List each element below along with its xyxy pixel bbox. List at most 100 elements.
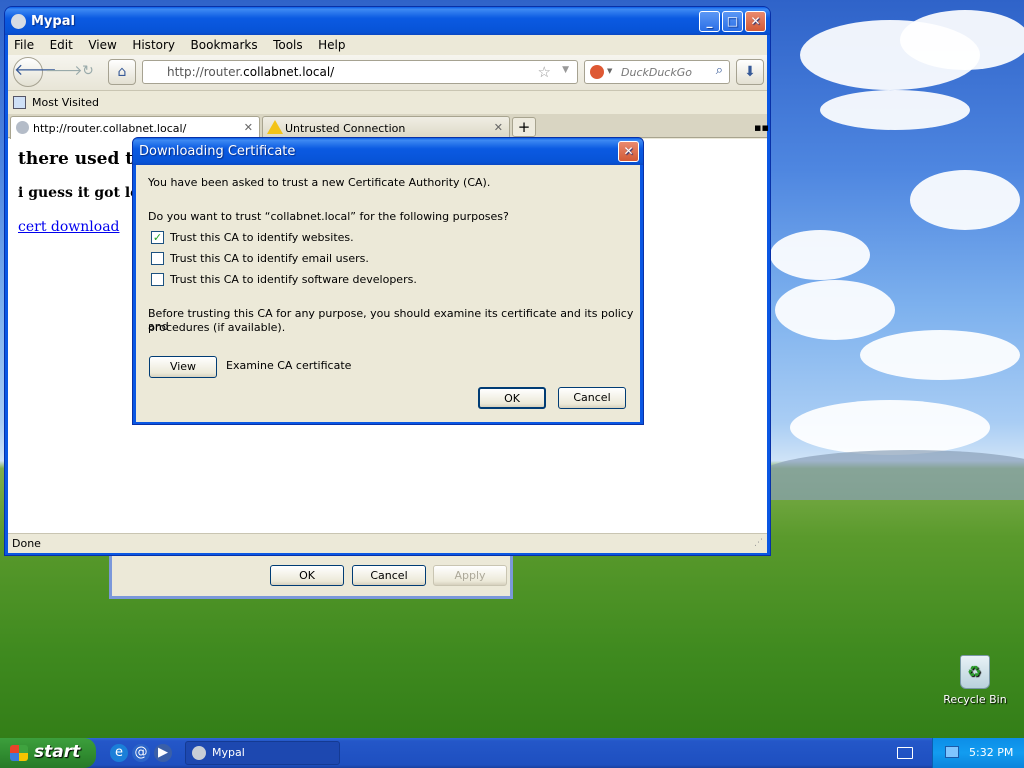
menu-edit[interactable]: Edit	[50, 38, 73, 52]
tab-bar: http://router.collabnet.local/ ✕ Untrust…	[8, 114, 769, 139]
cloud	[820, 90, 970, 130]
cloud	[900, 10, 1024, 70]
trust-websites-checkbox[interactable]: ✓	[151, 231, 164, 244]
tab-untrusted-label: Untrusted Connection	[285, 122, 406, 135]
search-engine-dropdown-icon[interactable]: ▼	[607, 67, 612, 75]
background-dialog: OK Cancel Apply	[109, 556, 513, 599]
globe-icon	[16, 121, 29, 134]
recycle-bin-icon	[960, 655, 990, 689]
dialog-titlebar[interactable]: Downloading Certificate ✕	[133, 138, 643, 165]
most-visited-bookmark[interactable]: Most Visited	[32, 96, 99, 109]
downloads-button[interactable]: ⬇	[736, 59, 764, 85]
duckduckgo-icon	[590, 65, 604, 79]
url-bar[interactable]: http://router.collabnet.local/ ☆ ▼	[142, 60, 578, 84]
menu-view[interactable]: View	[88, 38, 116, 52]
menu-bookmarks[interactable]: Bookmarks	[191, 38, 258, 52]
home-icon: ⌂	[117, 64, 127, 80]
dialog-question: Do you want to trust “collabnet.local” f…	[148, 210, 509, 223]
resize-grip-icon[interactable]: ⋰	[754, 538, 763, 548]
status-text: Done	[12, 537, 41, 550]
bookmark-star-icon[interactable]: ☆	[538, 63, 551, 81]
trust-software-label[interactable]: Trust this CA to identify software devel…	[170, 273, 417, 286]
new-tab-button[interactable]: +	[512, 117, 536, 137]
warning-icon	[267, 120, 283, 134]
maximize-button[interactable]: □	[722, 11, 743, 32]
cloud	[790, 400, 990, 455]
distant-hill	[760, 450, 1024, 500]
reload-button[interactable]: ↻	[74, 59, 102, 85]
start-label: start	[34, 742, 81, 762]
dialog-body: You have been asked to trust a new Certi…	[136, 165, 640, 422]
dialog-title: Downloading Certificate	[139, 144, 296, 159]
background-cancel-button[interactable]: Cancel	[352, 565, 426, 586]
bookmarks-toolbar: Most Visited	[8, 92, 767, 114]
background-ok-button[interactable]: OK	[270, 565, 344, 586]
tab-router-label: http://router.collabnet.local/	[33, 122, 187, 135]
app-icon	[11, 14, 26, 29]
taskbar-item-mypal[interactable]: Mypal	[185, 741, 340, 765]
view-certificate-label: Examine CA certificate	[226, 359, 352, 372]
trust-email-checkbox[interactable]	[151, 252, 164, 265]
forward-button[interactable]: 🡒	[45, 59, 83, 85]
internet-explorer-icon[interactable]: e	[110, 744, 128, 762]
cloud	[770, 230, 870, 280]
window-title: Mypal	[31, 14, 75, 29]
menu-tools[interactable]: Tools	[273, 38, 303, 52]
tab-router[interactable]: http://router.collabnet.local/ ✕	[10, 116, 260, 139]
network-icon[interactable]	[945, 746, 959, 758]
menu-bar: File Edit View History Bookmarks Tools H…	[8, 35, 767, 55]
app-icon	[192, 746, 206, 760]
back-button[interactable]: 🡐	[13, 57, 57, 87]
browser-titlebar[interactable]: Mypal _ □ ✕	[5, 7, 770, 35]
system-tray: 5:32 PM	[932, 738, 1024, 768]
downloading-certificate-dialog: Downloading Certificate ✕ You have been …	[132, 137, 644, 425]
search-icon[interactable]: ⌕	[716, 63, 723, 78]
cloud	[860, 330, 1020, 380]
close-icon: ✕	[623, 144, 634, 158]
close-tab-icon[interactable]: ✕	[494, 121, 503, 134]
url-prefix: http://router.	[167, 65, 244, 79]
search-placeholder: DuckDuckGo	[621, 66, 692, 79]
taskbar: start e @ ▶ Mypal 5:32 PM	[0, 738, 1024, 768]
download-arrow-icon: ⬇	[744, 64, 756, 80]
dialog-advice-line2: procedures (if available).	[148, 321, 286, 334]
clock[interactable]: 5:32 PM	[969, 746, 1013, 759]
outlook-express-icon[interactable]: @	[132, 744, 150, 762]
dialog-intro: You have been asked to trust a new Certi…	[148, 176, 491, 189]
cert-download-link[interactable]: cert download	[18, 219, 120, 235]
start-button[interactable]: start	[0, 738, 96, 768]
recycle-bin-label: Recycle Bin	[943, 693, 1007, 706]
plus-icon: +	[517, 118, 531, 136]
url-domain: collabnet.local/	[243, 65, 335, 79]
dropdown-arrow-icon[interactable]: ▼	[562, 65, 569, 75]
trust-software-checkbox[interactable]	[151, 273, 164, 286]
minimize-button[interactable]: _	[699, 11, 720, 32]
recycle-bin[interactable]: Recycle Bin	[940, 655, 1010, 706]
windows-logo-icon	[10, 745, 28, 761]
reload-icon: ↻	[82, 63, 94, 79]
tab-untrusted-connection[interactable]: Untrusted Connection ✕	[262, 116, 510, 138]
navigation-toolbar: 🡐 🡒 ↻ ⌂ http://router.collabnet.local/ ☆…	[8, 55, 767, 91]
menu-file[interactable]: File	[14, 38, 34, 52]
home-button[interactable]: ⌂	[108, 59, 136, 85]
cloud	[775, 280, 895, 340]
taskbar-item-label: Mypal	[212, 746, 245, 759]
dialog-cancel-button[interactable]: Cancel	[558, 387, 626, 409]
trust-websites-label[interactable]: Trust this CA to identify websites.	[170, 231, 354, 244]
menu-help[interactable]: Help	[318, 38, 345, 52]
view-certificate-button[interactable]: View	[149, 356, 217, 378]
media-player-icon[interactable]: ▶	[154, 744, 172, 762]
close-button[interactable]: ✕	[745, 11, 766, 32]
tab-groups-icon[interactable]: ▪▪	[754, 121, 769, 134]
close-tab-icon[interactable]: ✕	[244, 121, 253, 134]
background-apply-button: Apply	[433, 565, 507, 586]
search-input[interactable]: ▼ DuckDuckGo ⌕	[584, 60, 730, 84]
dialog-close-button[interactable]: ✕	[618, 141, 639, 162]
most-visited-icon	[13, 96, 26, 109]
keyboard-icon[interactable]	[897, 747, 913, 759]
dialog-ok-button[interactable]: OK	[478, 387, 546, 409]
trust-email-label[interactable]: Trust this CA to identify email users.	[170, 252, 369, 265]
menu-history[interactable]: History	[132, 38, 175, 52]
status-bar: Done ⋰	[8, 533, 767, 553]
cloud	[910, 170, 1020, 230]
